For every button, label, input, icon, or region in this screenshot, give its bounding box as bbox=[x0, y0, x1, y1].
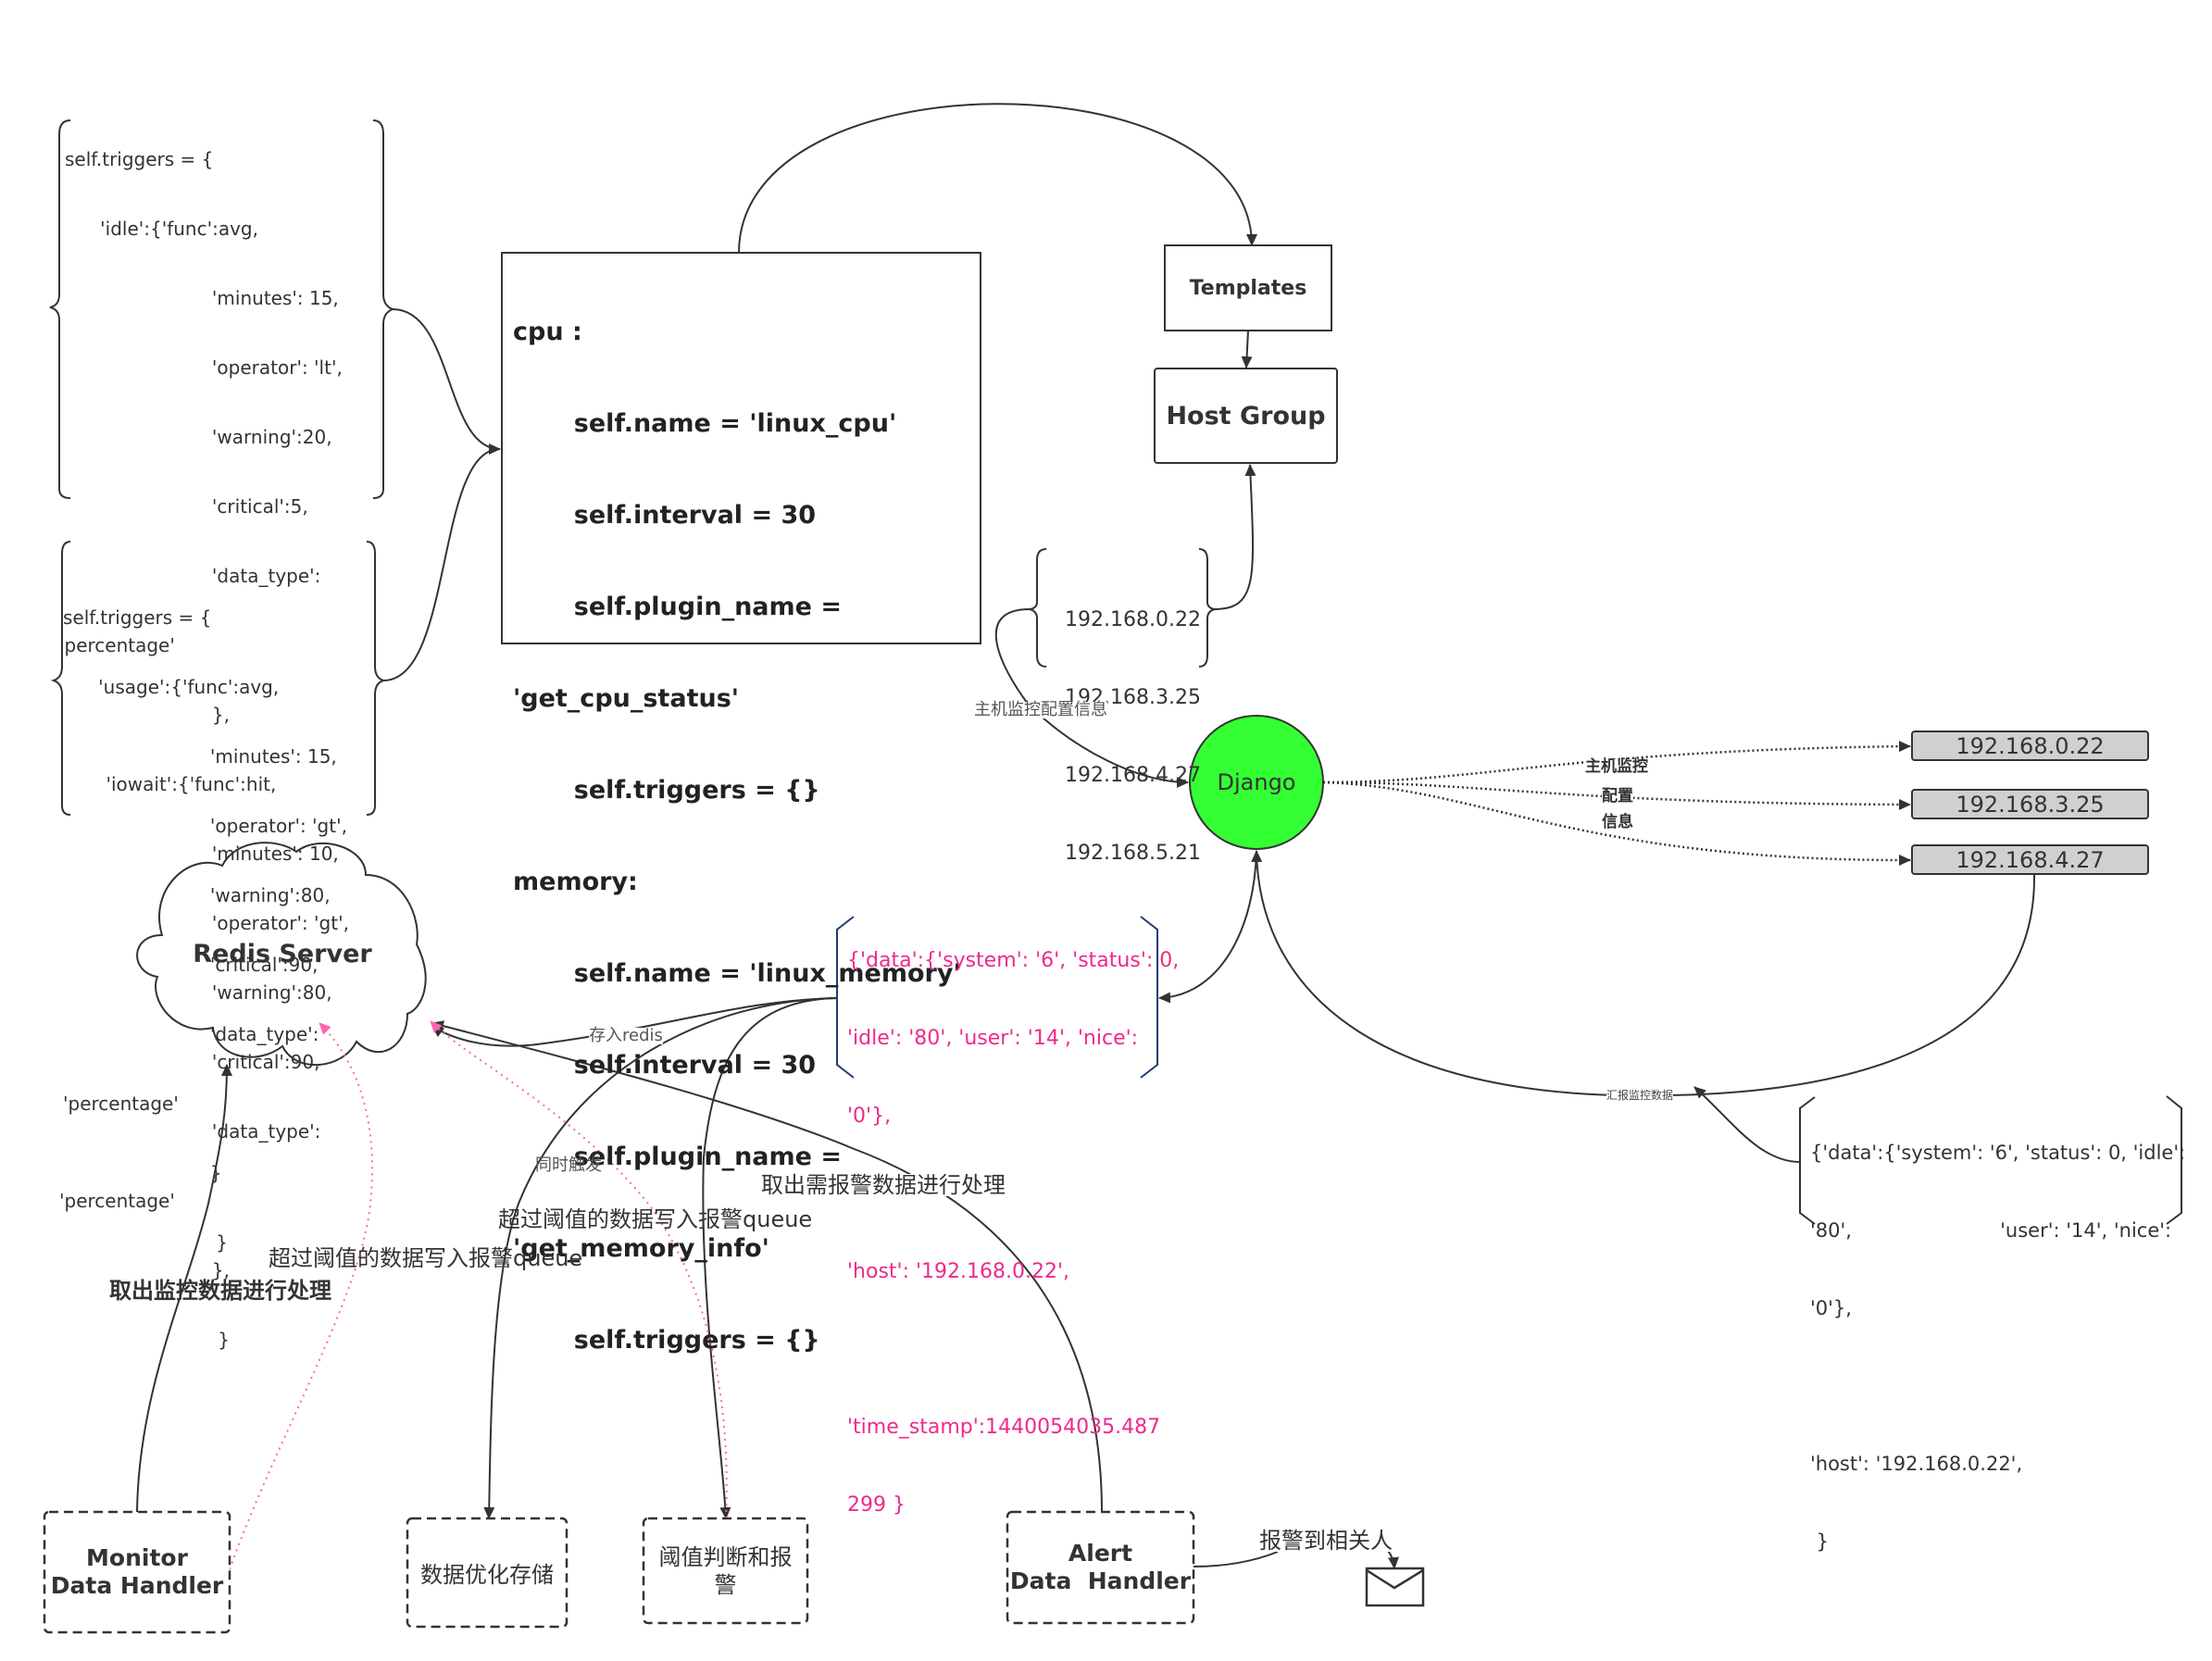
code-line: 'idle':{'func':avg, bbox=[65, 218, 258, 240]
code-line: 'percentage' bbox=[63, 1093, 179, 1115]
payload-line: {'data':{'system': '6', 'status': 0, 'id… bbox=[1810, 1142, 2186, 1164]
edge-memory-triggers-to-plugin bbox=[382, 448, 501, 681]
label-report-data: 汇报监控数据 bbox=[1606, 1089, 1674, 1102]
host-group-ip-list: 192.168.0.22 192.168.3.25 192.168.4.27 1… bbox=[1065, 556, 1201, 893]
label-simultaneous: 同时触发 bbox=[535, 1155, 602, 1175]
edge-templates-to-hostgroup bbox=[1241, 330, 1253, 368]
payload-line: 'idle': '80', 'user': '14', 'nice': bbox=[847, 1027, 1139, 1050]
payload-line: '0'}, bbox=[847, 1105, 892, 1128]
payload-line bbox=[1810, 1373, 2185, 1399]
code-line: self.name = 'linux_cpu' bbox=[513, 409, 897, 438]
edge-iplist-to-hostgroup bbox=[1214, 464, 1256, 610]
code-line: } bbox=[63, 1162, 222, 1184]
payload-line: '0'}, bbox=[1810, 1297, 1852, 1319]
ip-list-left-brace bbox=[1029, 548, 1047, 668]
memory-triggers-code: self.triggers = { 'usage':{'func':avg, '… bbox=[63, 560, 347, 1278]
payload-line: '80', 'user': '14', 'nice': bbox=[1810, 1219, 2172, 1242]
code-line: 'warning':80, bbox=[63, 884, 331, 906]
edge-cpu-triggers-to-plugin bbox=[392, 308, 501, 455]
redis-label: Redis Server bbox=[193, 939, 372, 968]
code-line: 'minutes': 15, bbox=[65, 287, 339, 309]
payload-line bbox=[847, 1337, 1179, 1363]
label-notify-people: 报警到相关人 bbox=[1259, 1528, 1393, 1554]
edge-plugin-to-templates bbox=[738, 103, 1257, 254]
code-line: 'operator': 'gt', bbox=[63, 815, 347, 837]
django-label: Django bbox=[1217, 769, 1296, 795]
code-line: 'warning':20, bbox=[65, 426, 332, 448]
label-fetch-monitor-data: 取出监控数据进行处理 bbox=[109, 1278, 331, 1304]
code-line: } bbox=[65, 1329, 231, 1351]
code-line: 'minutes': 15, bbox=[63, 745, 337, 768]
host-ip-3: 192.168.4.27 bbox=[1956, 846, 2105, 873]
code-line: memory: bbox=[513, 868, 638, 896]
label-save-redis: 存入redis bbox=[589, 1026, 663, 1045]
monitor-handler-label: Monitor Data Handler bbox=[50, 1544, 224, 1599]
edge-host-report-to-django bbox=[1251, 850, 2036, 1097]
label-push-1: 主机监控 bbox=[1585, 757, 1648, 776]
payload-line: 'host': '192.168.0.22', bbox=[1810, 1453, 2023, 1475]
code-line: 'get_cpu_status' bbox=[513, 684, 740, 713]
code-line: cpu : bbox=[513, 318, 582, 346]
ip-item: 192.168.0.22 bbox=[1065, 608, 1201, 631]
payload-line: 'time_stamp':1440054035.487 bbox=[847, 1416, 1161, 1439]
payload-line: 'host': '192.168.0.22', bbox=[847, 1260, 1070, 1283]
threshold-alert-label: 阈值判断和报 警 bbox=[658, 1543, 793, 1598]
ip-list-right-brace bbox=[1198, 548, 1216, 668]
payload-line: 299 } bbox=[847, 1493, 906, 1517]
code-line: self.triggers = {} bbox=[513, 776, 820, 805]
label-fetch-alert-data: 取出需报警数据进行处理 bbox=[761, 1172, 1006, 1198]
payload-line: } bbox=[1810, 1530, 1830, 1553]
label-push-3: 信息 bbox=[1602, 813, 1633, 831]
label-host-config-info: 主机监控配置信息 bbox=[974, 700, 1107, 719]
label-push-2: 配置 bbox=[1602, 787, 1633, 806]
code-line: 'data_type': bbox=[63, 1023, 319, 1045]
templates-label: Templates bbox=[1189, 276, 1307, 300]
host-ip-2: 192.168.3.25 bbox=[1956, 791, 2105, 818]
ip-item: 192.168.4.27 bbox=[1065, 764, 1201, 787]
data-storage-label: 数据优化存储 bbox=[420, 1562, 554, 1588]
django-payload-text: {'data':{'system': '6', 'status': 0, 'id… bbox=[847, 896, 1179, 1544]
payload-line: {'data':{'system': '6', 'status': 0, bbox=[847, 949, 1180, 972]
code-line: self.interval = 30 bbox=[513, 501, 817, 530]
code-line: 'critical':5, bbox=[65, 495, 308, 518]
cpu-triggers-right-brace bbox=[372, 119, 395, 499]
ip-item: 192.168.5.21 bbox=[1065, 842, 1201, 865]
code-line: 'usage':{'func':avg, bbox=[63, 676, 280, 698]
edge-report-payload-to-arc bbox=[1693, 1086, 1801, 1163]
memory-triggers-right-brace bbox=[366, 541, 387, 816]
code-line: self.triggers = { bbox=[65, 148, 214, 170]
envelope-icon bbox=[1365, 1567, 1425, 1607]
label-write-alert-queue-1: 超过阈值的数据写入报警queue bbox=[269, 1245, 583, 1271]
host-ip-1: 192.168.0.22 bbox=[1956, 732, 2105, 759]
code-line: self.triggers = { bbox=[63, 606, 212, 629]
code-line: 'operator': 'lt', bbox=[65, 356, 343, 379]
code-line: self.plugin_name = bbox=[513, 593, 842, 621]
host-group-label: Host Group bbox=[1166, 401, 1326, 431]
label-write-alert-queue-2: 超过阈值的数据写入报警queue bbox=[498, 1206, 813, 1232]
report-payload-text: {'data':{'system': '6', 'status': 0, 'id… bbox=[1810, 1088, 2185, 1580]
